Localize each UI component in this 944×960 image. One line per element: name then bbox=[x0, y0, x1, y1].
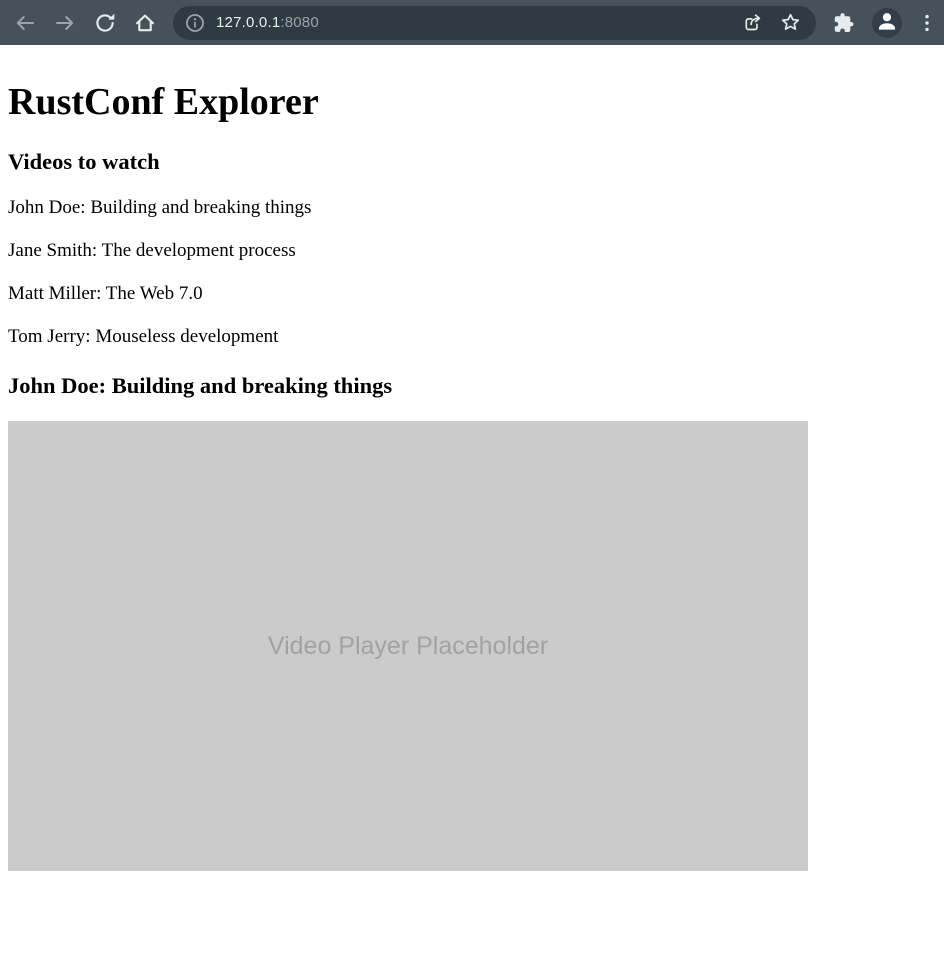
video-player-placeholder: Video Player Placeholder bbox=[8, 421, 808, 871]
forward-button[interactable] bbox=[53, 11, 77, 35]
browser-toolbar: 127.0.0.1:8080 bbox=[0, 0, 944, 45]
video-list-item[interactable]: John Doe: Building and breaking things bbox=[8, 197, 936, 219]
reload-button[interactable] bbox=[93, 11, 117, 35]
share-button[interactable] bbox=[741, 11, 765, 35]
address-bar[interactable]: 127.0.0.1:8080 bbox=[173, 6, 816, 40]
url-text[interactable]: 127.0.0.1:8080 bbox=[216, 14, 728, 31]
extensions-button[interactable] bbox=[832, 11, 856, 35]
video-list-item[interactable]: Matt Miller: The Web 7.0 bbox=[8, 283, 936, 305]
share-icon bbox=[742, 12, 764, 34]
video-list-item[interactable]: Tom Jerry: Mouseless development bbox=[8, 326, 936, 348]
videos-heading: Videos to watch bbox=[8, 149, 936, 175]
forward-arrow-icon bbox=[53, 11, 77, 35]
url-port: :8080 bbox=[280, 14, 319, 31]
video-list-item[interactable]: Jane Smith: The development process bbox=[8, 240, 936, 262]
reload-icon bbox=[93, 11, 117, 35]
url-host: 127.0.0.1 bbox=[216, 14, 280, 31]
home-button[interactable] bbox=[133, 11, 157, 35]
profile-avatar-icon bbox=[872, 6, 902, 39]
site-info-button[interactable] bbox=[185, 13, 205, 33]
page-title: RustConf Explorer bbox=[8, 80, 936, 124]
back-button[interactable] bbox=[13, 11, 37, 35]
page-content: RustConf Explorer Videos to watch John D… bbox=[0, 45, 944, 960]
menu-button[interactable] bbox=[918, 11, 936, 35]
selected-video-title: John Doe: Building and breaking things bbox=[8, 373, 936, 399]
back-arrow-icon bbox=[13, 11, 37, 35]
home-icon bbox=[133, 11, 157, 35]
bookmark-button[interactable] bbox=[778, 11, 802, 35]
profile-button[interactable] bbox=[872, 8, 902, 38]
browser-window: 127.0.0.1:8080 bbox=[0, 0, 944, 960]
menu-kebab-icon bbox=[918, 11, 936, 35]
bookmark-star-icon bbox=[779, 11, 802, 34]
extensions-puzzle-icon bbox=[832, 11, 856, 35]
page-info-icon bbox=[185, 13, 205, 33]
video-player-placeholder-text: Video Player Placeholder bbox=[268, 632, 548, 661]
